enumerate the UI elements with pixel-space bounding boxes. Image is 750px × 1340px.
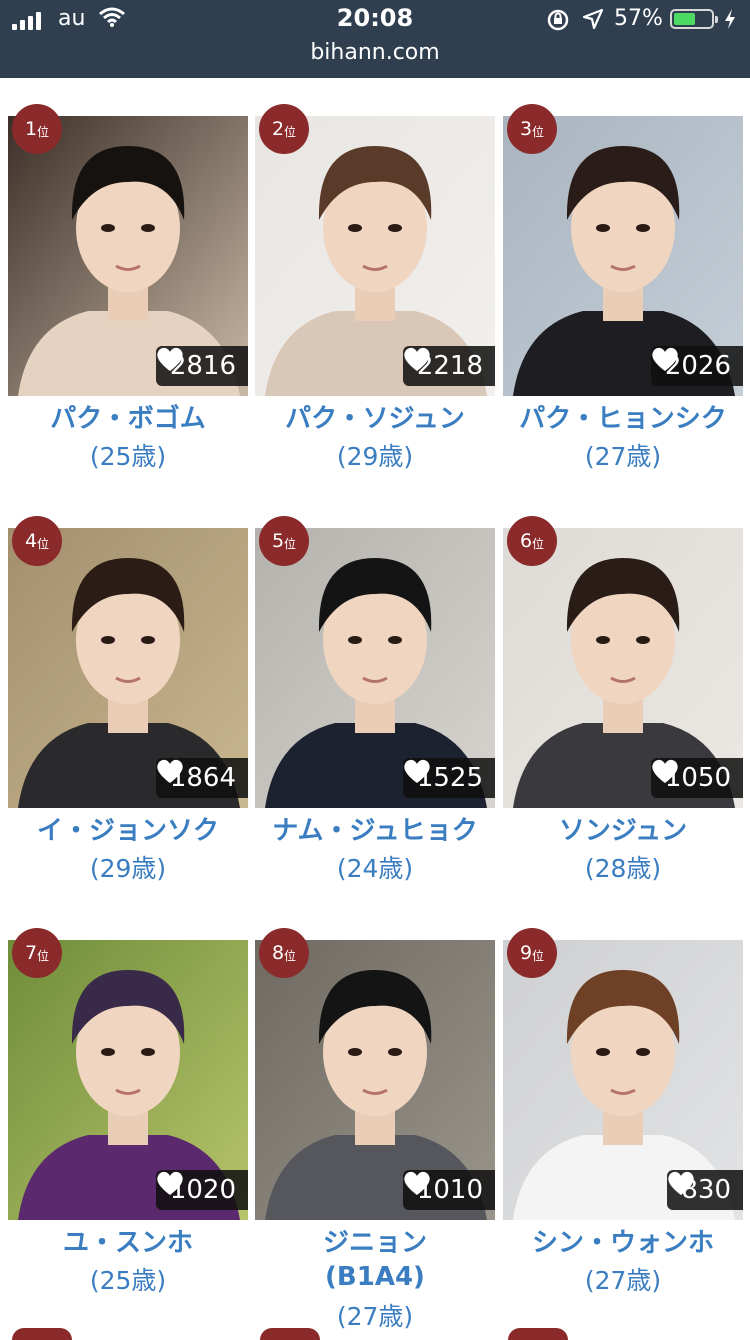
celebrity-name[interactable]: パク・ヒョンシク [499,402,747,436]
rank-badge: 9位 [507,928,557,978]
rank-number: 9 [519,942,533,964]
like-counter-button[interactable]: 2218 [402,346,495,386]
profile-photo[interactable]: 1010 [255,940,495,1220]
celebrity-name-link[interactable]: ユ・スンホ [4,1226,252,1260]
rank-badge: 6位 [507,516,557,566]
rank-number: 8 [271,942,285,964]
profile-photo[interactable]: 2816 [8,116,248,396]
rank-number: 5 [271,530,285,552]
celebrity-name-link[interactable]: パク・ボゴム [4,402,252,436]
rank-unit: 位 [532,948,545,963]
celebrity-name-link[interactable]: ナム・ジュヒョク [251,814,499,848]
like-counter-button[interactable]: 2816 [155,346,248,386]
celebrity-name-link[interactable]: シン・ウォンホ [499,1226,747,1260]
rank-number: 4 [24,530,38,552]
like-counter-button[interactable]: 2026 [650,346,743,386]
rank-badge: 2位 [259,104,309,154]
profile-photo[interactable]: 1864 [8,528,248,808]
profile-photo[interactable]: 1050 [503,528,743,808]
celebrity-age: (29歳) [89,854,167,883]
rank-unit: 位 [37,536,50,551]
celebrity-name[interactable]: ソンジュン [499,814,747,848]
celebrity-name[interactable]: パク・ボゴム [4,402,252,436]
rank-badge: 4位 [12,516,62,566]
rank-number: 2 [271,118,285,140]
rank-number: 6 [519,530,533,552]
rank-unit: 位 [532,536,545,551]
celebrity-name[interactable]: ユ・スンホ [4,1226,252,1260]
like-counter-button[interactable]: 1020 [155,1170,248,1210]
celebrity-name-link[interactable]: ソンジュン [499,814,747,848]
celebrity-age: (24歳) [336,854,414,883]
celebrity-name-link[interactable]: ジニョン (B1A4) [251,1226,499,1294]
rank-badge-partial [12,1328,72,1340]
like-counter-button[interactable]: 1525 [402,758,495,798]
location-arrow-icon [582,8,604,30]
heart-icon [652,759,678,783]
browser-top-bar: au 20:08 57% bihann.com [0,0,750,78]
celebrity-name[interactable]: ナム・ジュヒョク [251,814,499,848]
heart-icon [157,347,183,371]
orientation-lock-icon [547,9,569,31]
heart-icon [404,1171,430,1195]
profile-photo[interactable]: 1020 [8,940,248,1220]
celebrity-age: (27歳) [584,1266,662,1295]
battery-icon [670,9,718,29]
charging-bolt-icon [725,9,735,29]
rank-badge: 1位 [12,104,62,154]
rank-unit: 位 [284,124,297,139]
address-bar-url[interactable]: bihann.com [0,40,750,65]
like-counter-button[interactable]: 1050 [650,758,743,798]
celebrity-age: (25歳) [89,442,167,471]
heart-icon [652,347,678,371]
celebrity-name[interactable]: パク・ソジュン [251,402,499,436]
rank-badge-partial [508,1328,568,1340]
heart-icon [668,1171,695,1195]
rank-badge: 8位 [259,928,309,978]
celebrity-name-link[interactable]: パク・ソジュン [251,402,499,436]
rank-number: 7 [24,942,38,964]
like-counter-button[interactable]: 1010 [402,1170,495,1210]
rank-unit: 位 [284,948,297,963]
celebrity-name-link[interactable]: イ・ジョンソク [4,814,252,848]
status-bar: au 20:08 57% [0,0,750,40]
celebrity-age: (25歳) [89,1266,167,1295]
celebrity-age: (27歳) [584,442,662,471]
battery-percent: 57% [614,6,663,31]
rank-unit: 位 [532,124,545,139]
celebrity-name[interactable]: ジニョン [251,1226,499,1260]
heart-icon [157,759,183,783]
heart-icon [404,347,430,371]
profile-photo[interactable]: 2218 [255,116,495,396]
heart-icon [404,759,430,783]
celebrity-name[interactable]: シン・ウォンホ [499,1226,747,1260]
profile-photo[interactable]: 830 [503,940,743,1220]
celebrity-age: (28歳) [584,854,662,883]
like-counter-button[interactable]: 1864 [155,758,248,798]
like-counter-button[interactable]: 830 [667,1170,743,1210]
rank-unit: 位 [284,536,297,551]
rank-number: 3 [519,118,533,140]
celebrity-group-name[interactable]: (B1A4) [251,1260,499,1294]
rank-number: 1 [24,118,38,140]
celebrity-name[interactable]: イ・ジョンソク [4,814,252,848]
rank-unit: 位 [37,124,50,139]
rank-badge: 3位 [507,104,557,154]
rank-badge: 7位 [12,928,62,978]
rank-badge: 5位 [259,516,309,566]
celebrity-name-link[interactable]: パク・ヒョンシク [499,402,747,436]
profile-photo[interactable]: 2026 [503,116,743,396]
rank-unit: 位 [37,948,50,963]
profile-photo[interactable]: 1525 [255,528,495,808]
rank-badge-partial [260,1328,320,1340]
celebrity-age: (29歳) [336,442,414,471]
heart-icon [157,1171,183,1195]
